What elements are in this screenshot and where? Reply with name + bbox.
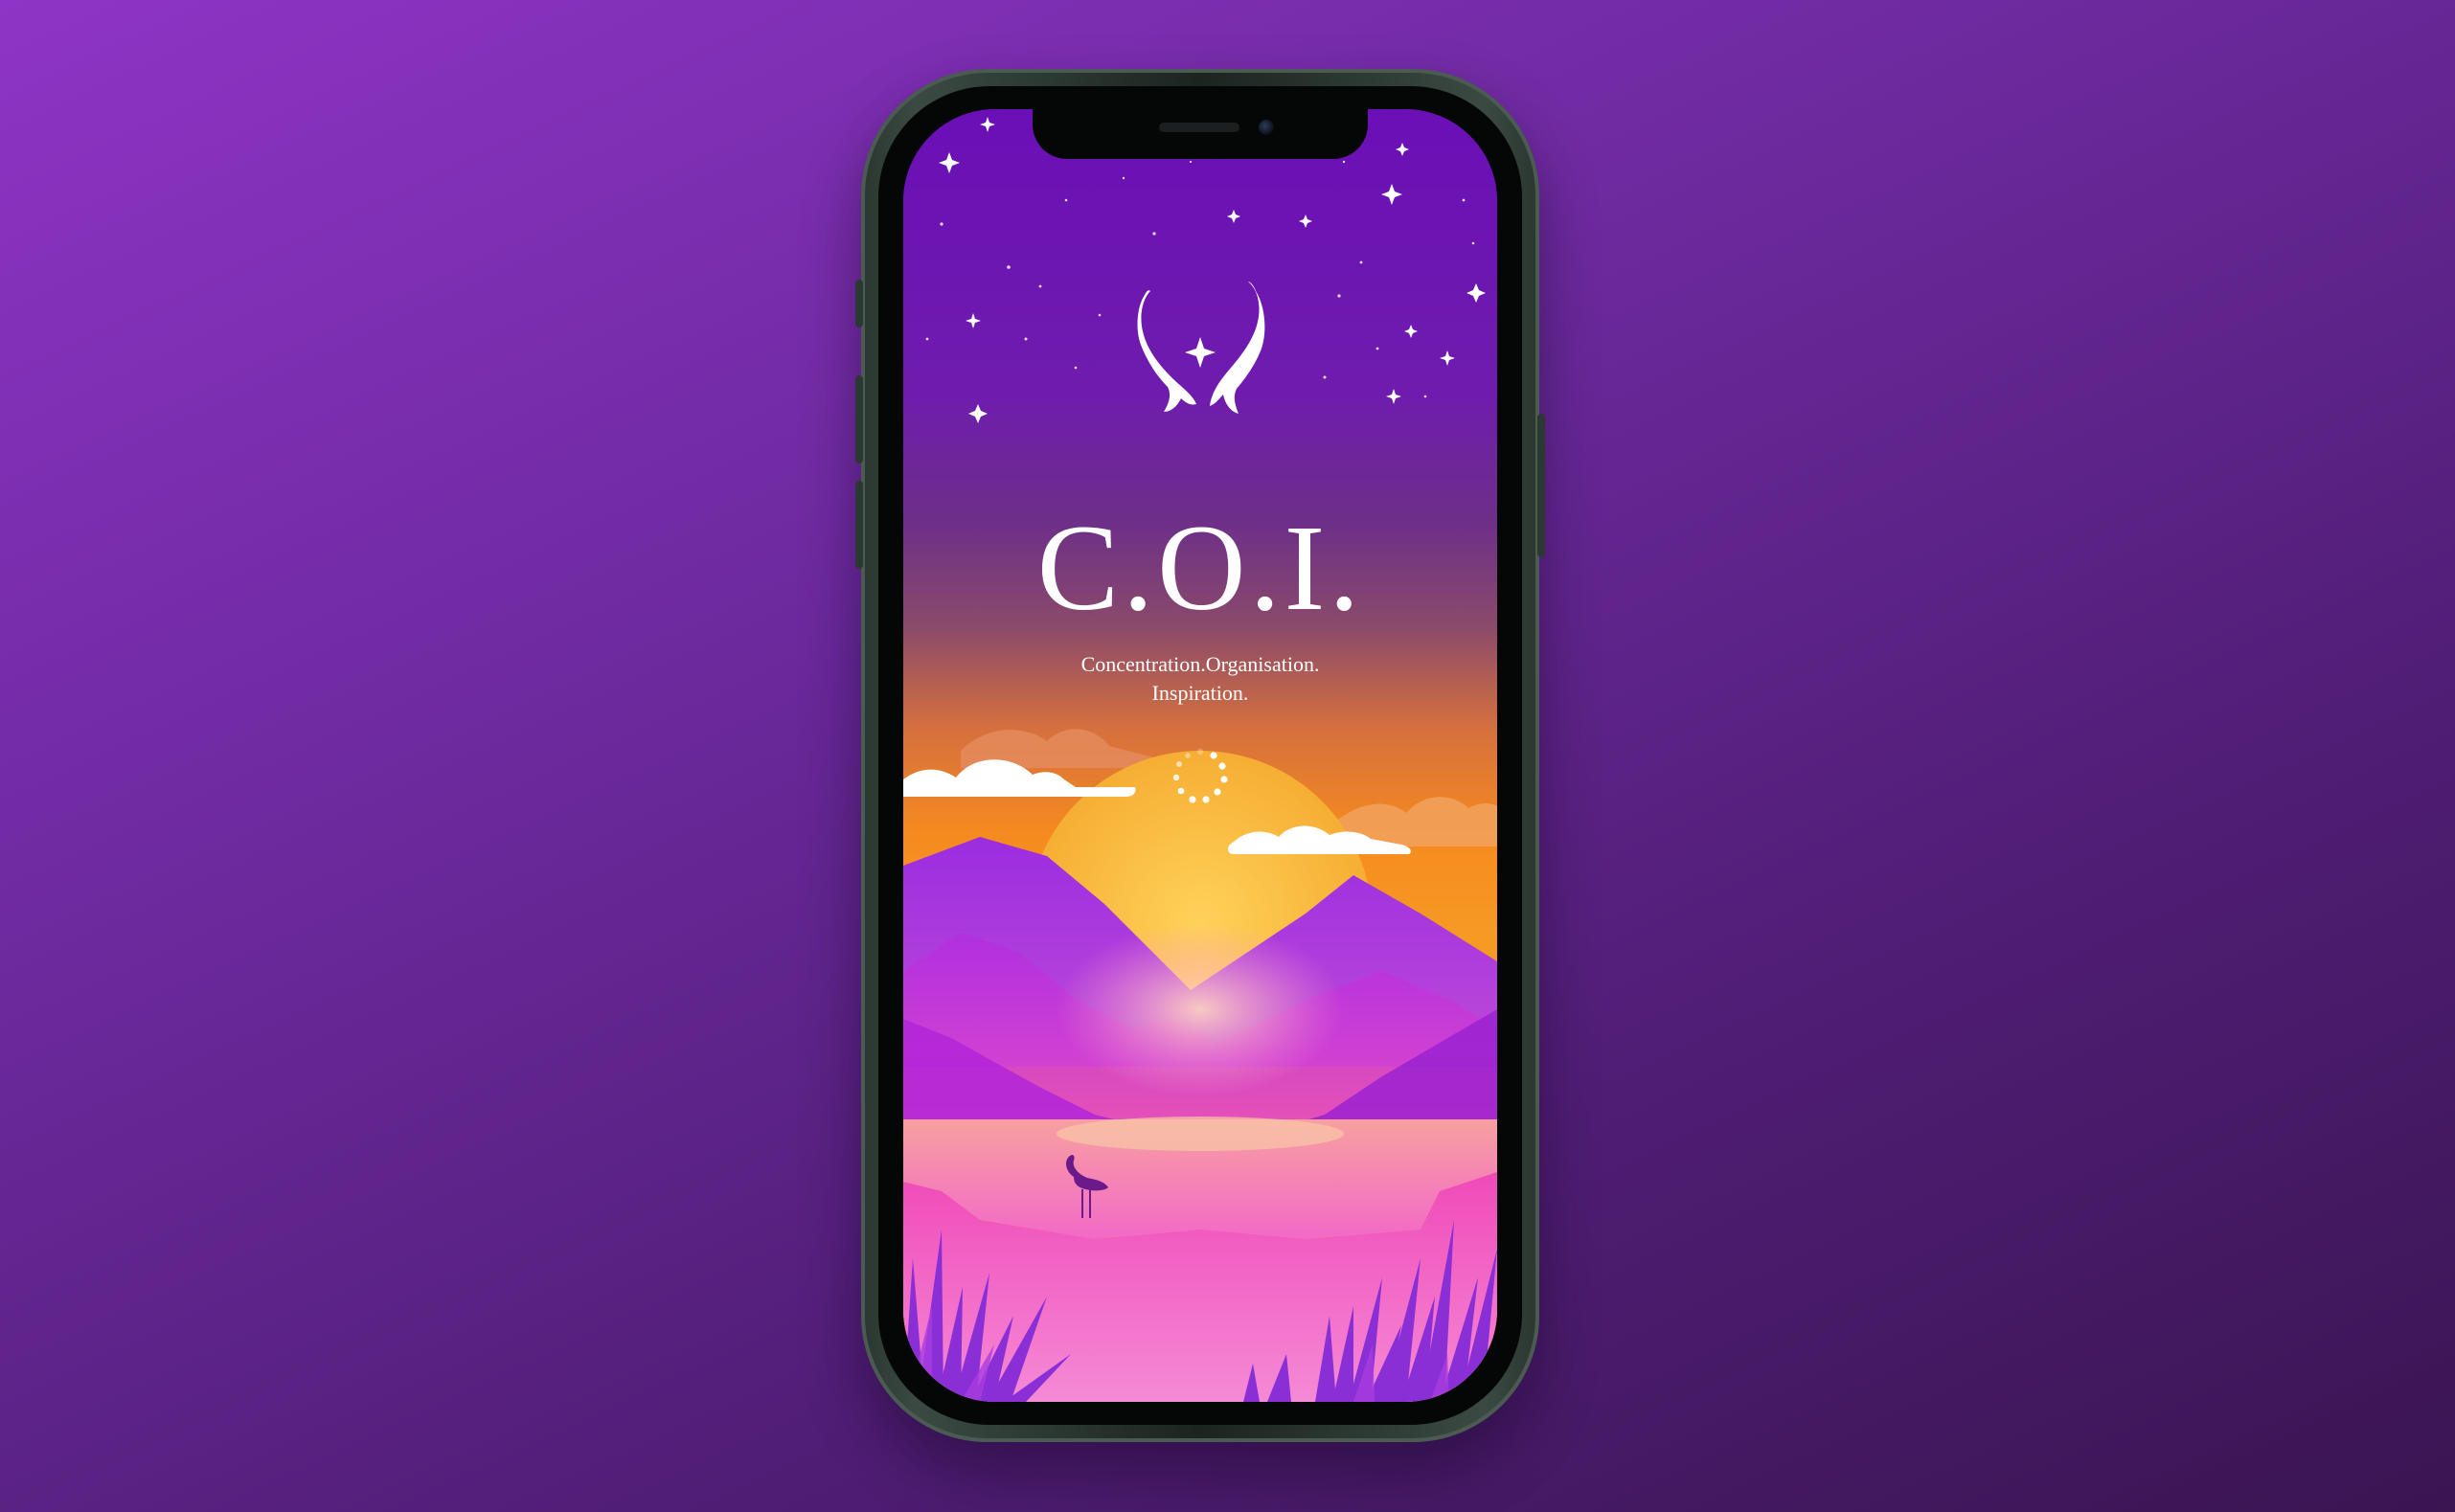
earpiece-speaker [1159, 123, 1239, 132]
phone-volume-up-button [855, 375, 863, 463]
phone-silent-switch [855, 280, 863, 327]
app-screen[interactable]: C.O.I. Concentration.Organisation. Inspi… [903, 109, 1497, 1402]
loading-spinner-icon [1172, 748, 1228, 803]
phone-mockup: C.O.I. Concentration.Organisation. Inspi… [855, 69, 1545, 1442]
app-tagline: Concentration.Organisation. Inspiration. [903, 650, 1497, 708]
app-branding: C.O.I. Concentration.Organisation. Inspi… [903, 507, 1497, 708]
phone-notch [1033, 109, 1368, 159]
app-title: C.O.I. [1036, 500, 1364, 636]
twin-koi-fish-icon [1137, 282, 1265, 414]
phone-power-button [1537, 414, 1545, 557]
front-camera-icon [1259, 120, 1274, 135]
phone-volume-down-button [855, 481, 863, 569]
tagline-line-1: Concentration.Organisation. [1080, 652, 1320, 676]
tagline-line-2: Inspiration. [1151, 681, 1249, 705]
